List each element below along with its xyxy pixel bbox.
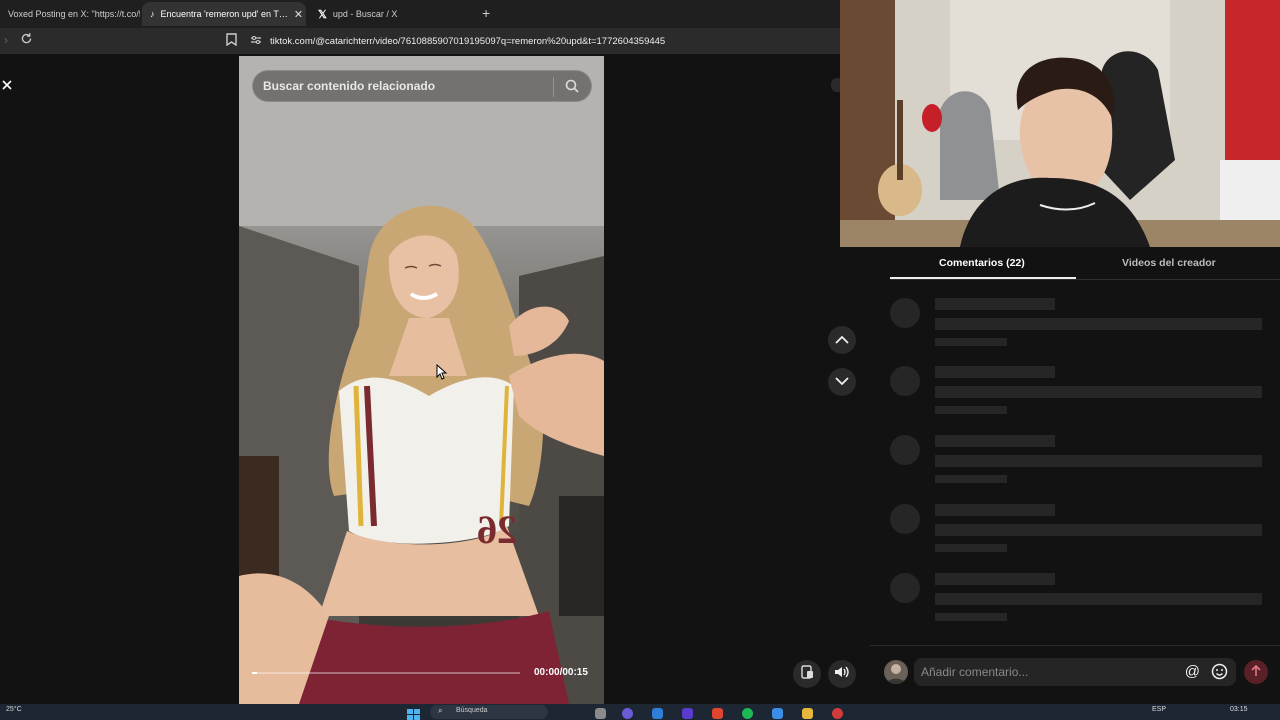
discord-icon[interactable]: [622, 708, 633, 719]
comment-skeleton: [888, 298, 1268, 358]
arrow-up-icon: [1251, 664, 1261, 680]
bookmark-icon[interactable]: [226, 33, 237, 49]
previous-video-button[interactable]: [828, 326, 856, 354]
x-logo-icon: 𝕏: [318, 8, 327, 21]
reload-icon[interactable]: [20, 32, 33, 48]
video-frame-image: [239, 56, 604, 704]
comment-skeleton: [888, 435, 1268, 495]
comment-skeleton: [888, 573, 1268, 633]
tab-comments[interactable]: Comentarios (22): [939, 257, 1025, 269]
comment-bar-divider: [870, 645, 1280, 646]
search-placeholder: Buscar contenido relacionado: [263, 79, 436, 93]
shirt-number: 26: [477, 507, 517, 552]
video-time: 00:00/00:15: [534, 667, 588, 678]
file-explorer-icon[interactable]: [802, 708, 813, 719]
tiktok-icon: ♪: [150, 9, 155, 19]
task-view-icon[interactable]: [595, 708, 606, 719]
close-tab-icon[interactable]: ✕: [294, 8, 303, 21]
tab-voxed[interactable]: Voxed Posting en X: "https://t.co/5yM…: [0, 2, 140, 26]
app-icon[interactable]: [682, 708, 693, 719]
close-video-button[interactable]: [0, 76, 14, 94]
taskbar-search[interactable]: ⌕ Búsqueda: [430, 705, 548, 719]
tab-tiktok-search[interactable]: ♪ Encuentra 'remeron upd' en T… ✕: [142, 2, 306, 26]
browser-tab-bar: Voxed Posting en X: "https://t.co/5yM… ♪…: [0, 0, 840, 28]
tab-x-search[interactable]: 𝕏 upd - Buscar / X: [310, 2, 476, 26]
browser-toolbar: › tiktok.com/@catarichterr/video/7610885…: [0, 28, 840, 54]
video-player[interactable]: 26: [239, 56, 604, 704]
weather-text[interactable]: 25°C: [6, 706, 22, 713]
new-tab-button[interactable]: +: [482, 5, 490, 21]
video-progress-fill: [252, 672, 258, 674]
volume-icon: [834, 665, 850, 684]
screen: Voxed Posting en X: "https://t.co/5yM… ♪…: [0, 0, 1280, 720]
windows-taskbar: 25°C ⌕ Búsqueda ESP 03:15: [0, 704, 1280, 720]
next-video-button[interactable]: [828, 368, 856, 396]
related-search-input[interactable]: Buscar contenido relacionado: [252, 70, 592, 102]
search-button[interactable]: [559, 75, 585, 99]
brave-icon[interactable]: [712, 708, 723, 719]
tab-title: Encuentra 'remeron upd' en T…: [160, 9, 288, 19]
volume-button[interactable]: [828, 660, 856, 688]
forward-icon[interactable]: ›: [4, 33, 8, 47]
spotify-icon[interactable]: [742, 708, 753, 719]
search-divider: [553, 77, 554, 97]
webcam-overlay: [840, 0, 1280, 247]
mouse-cursor-icon: [436, 363, 448, 385]
tab-title: Voxed Posting en X: "https://t.co/5yM…: [8, 9, 140, 19]
address-bar[interactable]: tiktok.com/@catarichterr/video/761088590…: [250, 30, 840, 52]
chevron-down-icon: [835, 373, 849, 391]
comment-input[interactable]: Añadir comentario... @: [914, 658, 1236, 686]
app-icon[interactable]: [772, 708, 783, 719]
url-text: tiktok.com/@catarichterr/video/761088590…: [270, 35, 666, 47]
comment-placeholder: Añadir comentario...: [921, 665, 1029, 679]
mention-button[interactable]: @: [1185, 663, 1200, 680]
windows-start-icon[interactable]: [407, 708, 421, 720]
search-icon: ⌕: [438, 706, 443, 715]
chevron-up-icon: [835, 331, 849, 349]
comment-skeleton: [888, 366, 1268, 426]
tab-creator-videos[interactable]: Videos del creador: [1122, 257, 1216, 269]
site-settings-icon[interactable]: [250, 35, 262, 48]
taskbar-search-label: Búsqueda: [456, 707, 488, 714]
video-progress-track[interactable]: [252, 672, 520, 674]
app-icon[interactable]: [832, 708, 843, 719]
clock[interactable]: 03:15: [1230, 706, 1248, 713]
search-icon: [565, 79, 579, 96]
comment-skeleton: [888, 504, 1268, 564]
tab-title: upd - Buscar / X: [332, 9, 398, 19]
pip-icon: [800, 664, 814, 684]
miniplayer-button[interactable]: [793, 660, 821, 688]
user-avatar[interactable]: [884, 660, 908, 684]
emoji-icon[interactable]: [1211, 663, 1228, 683]
send-comment-button[interactable]: [1244, 660, 1268, 684]
tabs-divider: [890, 279, 1280, 280]
language-indicator[interactable]: ESP: [1152, 706, 1166, 713]
active-tab-indicator: [890, 277, 1076, 279]
webcam-image: [840, 0, 1280, 247]
app-icon[interactable]: [652, 708, 663, 719]
